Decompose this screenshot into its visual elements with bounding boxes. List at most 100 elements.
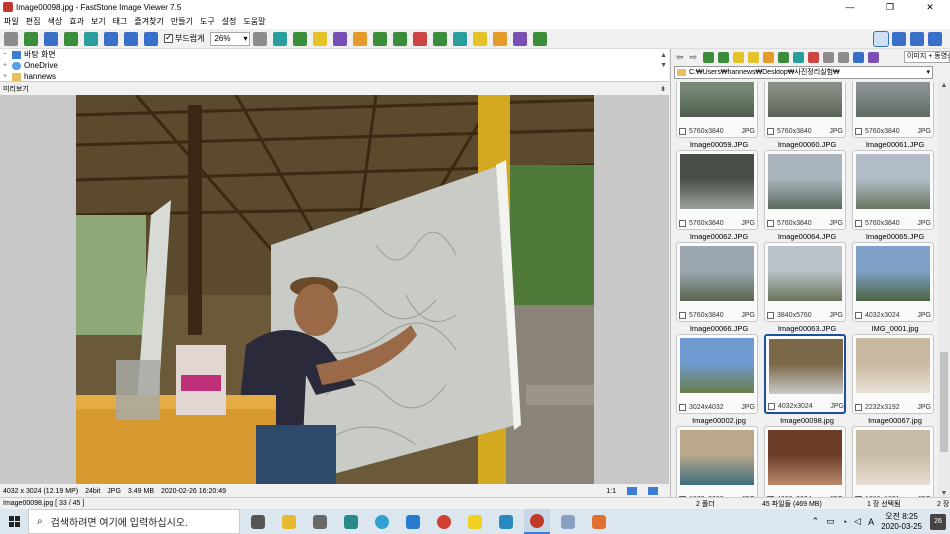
thumbnail-item[interactable]: 3024x4032 JPG Image00002.jpg [671, 334, 758, 426]
up-folder-icon[interactable] [703, 51, 715, 63]
taskbar-app-6[interactable] [555, 509, 581, 534]
forward-arrow-icon[interactable]: ⇨ [690, 52, 698, 63]
taskbar-app-4[interactable] [400, 509, 426, 534]
clock[interactable]: 오전 8:25 2020-03-25 [881, 512, 922, 532]
thumbnail-item[interactable]: 5760x3840 JPG Image00059.JPG [671, 82, 758, 150]
tree-item-onedrive[interactable]: + OneDrive [0, 60, 669, 71]
taskbar-app-5[interactable] [493, 509, 519, 534]
taskbar-app-7[interactable] [586, 509, 612, 534]
acquire-icon[interactable] [64, 31, 78, 46]
thumbnail-item[interactable]: 5760x3840 JPG Image00061.JPG [847, 82, 934, 150]
zoom-ratio[interactable]: 1:1 [606, 488, 616, 495]
wifi-icon[interactable]: ◔ [842, 517, 847, 527]
effects-icon[interactable] [333, 31, 348, 46]
list-view-icon[interactable] [823, 51, 835, 63]
chevron-down-icon[interactable]: ▾ [926, 67, 930, 78]
rotate-right-icon[interactable] [413, 31, 428, 46]
details-view-icon[interactable] [838, 51, 850, 63]
thumbnail-card[interactable]: 3024x4032 JPG [676, 334, 758, 414]
thumbnail-item[interactable]: 5760x3840 JPG Image00066.JPG [671, 242, 758, 334]
thumbnail-card[interactable]: 5760x3840 JPG [764, 150, 846, 230]
thumbnail-item[interactable]: 1280x1831JPGImage00002.jfif [847, 426, 934, 497]
minimize-button[interactable]: — [830, 0, 870, 14]
menu-view[interactable]: 보기 [91, 16, 106, 27]
thumbnail-item[interactable]: 5760x3840 JPG Image00062.JPG [671, 150, 758, 242]
delete-icon[interactable] [808, 51, 820, 63]
thumbnail-card[interactable]: 3840x5760 JPG [764, 242, 846, 322]
tree-item-hannews[interactable]: + hannews [0, 71, 669, 82]
thumbnail-card[interactable]: 5760x3840 JPG [764, 82, 846, 138]
menu-settings[interactable]: 설정 [222, 16, 237, 27]
save-icon[interactable] [44, 31, 58, 46]
fullscreen-icon[interactable] [648, 487, 658, 495]
network-icon[interactable]: ▭ [826, 516, 835, 527]
taskbar-faststone[interactable] [524, 509, 550, 534]
wallpaper-icon[interactable] [453, 31, 468, 46]
thumbnail-item[interactable]: 3840x5760 JPG Image00063.JPG [759, 242, 846, 334]
adjust-colors-icon[interactable] [313, 31, 328, 46]
thumbnail-item[interactable]: 5760x3840 JPG Image00065.JPG [847, 150, 934, 242]
thumbnail-checkbox[interactable] [767, 220, 774, 227]
thumbnail-item[interactable]: 1872x3008JPGImage00068.jpg [671, 426, 758, 497]
thumbnail-item[interactable]: 4032x3024JPGImage00038.jpg [759, 426, 846, 497]
path-input[interactable]: C:₩Users₩hannews₩Desktop₩사진정리실험₩ ▾ [674, 66, 933, 79]
thumbnail-card[interactable]: 5760x3840 JPG [676, 242, 758, 322]
crop-icon[interactable] [293, 31, 308, 46]
thumbnail-card[interactable]: 5760x3840 JPG [676, 150, 758, 230]
taskbar-app-2[interactable] [338, 509, 364, 534]
menu-tags[interactable]: 태그 [113, 16, 128, 27]
thumbnail-card[interactable]: 4032x3024JPG [764, 426, 846, 497]
thumbnail-card[interactable]: 1872x3008JPG [676, 426, 758, 497]
rotate-left-icon[interactable] [393, 31, 408, 46]
notification-icon[interactable]: 26 [930, 513, 946, 530]
open-folder-icon[interactable] [24, 31, 38, 46]
back-arrow-icon[interactable]: ⇦ [676, 52, 684, 63]
taskbar-app-1[interactable] [307, 509, 333, 534]
actual-size-icon[interactable] [144, 31, 158, 46]
taskbar-search[interactable]: ⌕ 검색하려면 여기에 입력하십시오. [28, 509, 240, 534]
filter-select[interactable]: 이미지 + 동영상 [904, 51, 950, 63]
camera-icon[interactable] [4, 31, 18, 46]
resize-icon[interactable] [273, 31, 288, 46]
start-button[interactable] [0, 509, 28, 534]
tag-icon[interactable] [868, 51, 880, 63]
maximize-button[interactable]: ❐ [870, 0, 910, 14]
pin-icon[interactable]: ⇟ [660, 85, 666, 93]
thumbnail-card[interactable]: 2232x3192 JPG [852, 334, 934, 414]
layout-details-icon[interactable] [910, 32, 924, 46]
thumbnail-checkbox[interactable] [855, 404, 862, 411]
thumbnail-checkbox[interactable] [679, 312, 686, 319]
thumbnail-checkbox[interactable] [855, 128, 862, 135]
copy-to-icon[interactable] [748, 51, 760, 63]
menu-file[interactable]: 파일 [4, 16, 19, 27]
menu-color[interactable]: 색상 [47, 16, 62, 27]
thumbnail-card[interactable]: 4032x3024JPG [852, 242, 934, 322]
thumbnail-view-icon[interactable] [853, 51, 865, 63]
thumbnail-item[interactable]: 2232x3192 JPG Image00067.jpg [847, 334, 934, 426]
smooth-checkbox[interactable]: 부드럽게 [164, 32, 204, 44]
hand-tool-icon[interactable] [253, 31, 268, 46]
close-button[interactable]: ✕ [910, 0, 950, 14]
layout-thumbs-icon[interactable] [928, 32, 942, 46]
menu-help[interactable]: 도움말 [243, 16, 265, 27]
tree-item-desktop[interactable]: − 바탕 화면 [0, 49, 669, 60]
refresh-icon[interactable] [778, 51, 790, 63]
thumbnail-checkbox[interactable] [679, 404, 686, 411]
full-screen-icon[interactable] [533, 31, 548, 46]
zoom-select[interactable]: 26% [210, 31, 251, 46]
task-view-button[interactable] [245, 509, 271, 534]
thumbnail-checkbox[interactable] [679, 220, 686, 227]
thumbnail-checkbox[interactable] [768, 403, 775, 410]
expand-icon[interactable]: + [3, 73, 10, 80]
menu-create[interactable]: 만들기 [171, 16, 193, 27]
thumbnail-card[interactable]: 5760x3840 JPG [852, 150, 934, 230]
thumbnail-item[interactable]: 5760x3840 JPG Image00060.JPG [759, 82, 846, 150]
brightness-icon[interactable] [353, 31, 368, 46]
zoom-in-icon[interactable] [104, 31, 118, 46]
tray-chevron-icon[interactable]: ⌃ [812, 516, 820, 527]
thumbnail-item[interactable]: 4032x3024 JPG IMG_0001.jpg [847, 242, 934, 334]
thumbnail-checkbox[interactable] [679, 128, 686, 135]
menu-tools[interactable]: 도구 [200, 16, 215, 27]
menu-effects[interactable]: 효과 [69, 16, 84, 27]
preview-image[interactable] [76, 95, 594, 484]
